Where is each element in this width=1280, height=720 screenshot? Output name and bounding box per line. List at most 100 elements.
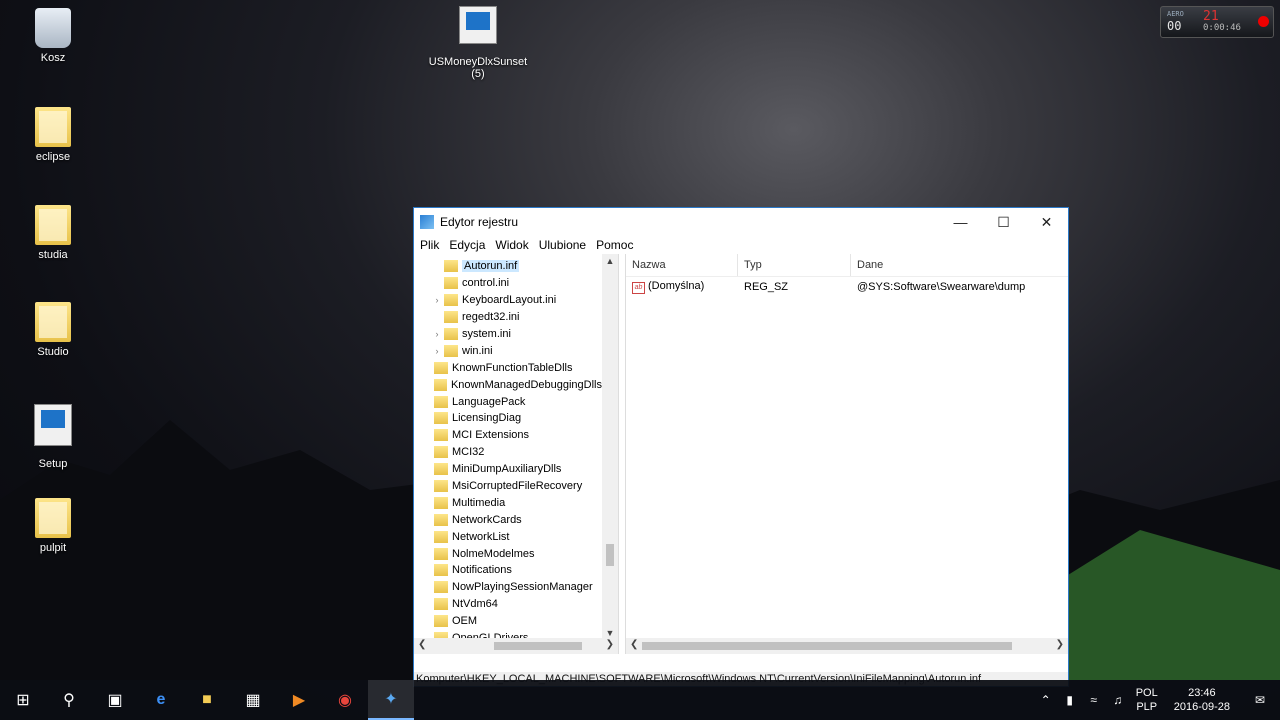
- tree-item[interactable]: LanguagePack: [414, 393, 602, 410]
- desktop-icon-recycle-bin[interactable]: Kosz: [13, 8, 93, 64]
- tree-item[interactable]: NetworkCards: [414, 511, 602, 528]
- scroll-thumb[interactable]: [606, 544, 614, 566]
- registry-tree[interactable]: Autorun.inf control.ini › KeyboardLayout.in…: [414, 254, 619, 654]
- tree-item-label: Multimedia: [452, 496, 506, 509]
- taskbar-clock[interactable]: 23:46 2016-09-28: [1174, 686, 1230, 714]
- column-data[interactable]: Dane: [851, 254, 1065, 276]
- value-row[interactable]: ab (Domyślna) REG_SZ @SYS:Software\Swearw…: [626, 277, 1068, 297]
- tree-item-label: MCI32: [452, 446, 485, 459]
- tree-list: Autorun.inf control.ini › KeyboardLayout.in…: [414, 258, 602, 654]
- window-title: Edytor rejestru: [440, 215, 519, 229]
- scroll-thumb[interactable]: [642, 642, 1012, 650]
- values-horizontal-scrollbar[interactable]: ❮ ❯: [626, 638, 1068, 654]
- tree-item-label: MCI Extensions: [452, 429, 530, 442]
- tree-horizontal-scrollbar[interactable]: ❮ ❯: [414, 638, 618, 654]
- scroll-left-icon[interactable]: ❮: [418, 639, 426, 650]
- minimize-button[interactable]: —: [939, 208, 982, 236]
- tree-item[interactable]: regedt32.ini: [414, 309, 602, 326]
- folder-icon: [434, 513, 448, 526]
- tree-item[interactable]: MCI32: [414, 444, 602, 461]
- desktop-icon-studio[interactable]: Studio: [13, 302, 93, 358]
- tree-item[interactable]: MsiCorruptedFileRecovery: [414, 478, 602, 495]
- notification-icon[interactable]: ✉: [1240, 693, 1280, 707]
- column-type[interactable]: Typ: [738, 254, 851, 276]
- search-icon[interactable]: ⚲: [46, 680, 92, 720]
- tree-item[interactable]: NtVdm64: [414, 596, 602, 613]
- desktop-icon-setup[interactable]: Setup: [13, 404, 93, 470]
- tree-item[interactable]: › win.ini: [414, 342, 602, 359]
- battery-icon[interactable]: ▮: [1058, 693, 1082, 707]
- scroll-down-icon[interactable]: ▼: [602, 628, 618, 638]
- store-icon[interactable]: ▦: [230, 680, 276, 720]
- tree-item[interactable]: Multimedia: [414, 494, 602, 511]
- clock-date: 2016-09-28: [1173, 701, 1230, 713]
- tree-item[interactable]: KnownFunctionTableDlls: [414, 359, 602, 376]
- menu-pomoc[interactable]: Pomoc: [596, 238, 633, 252]
- expand-arrow-icon[interactable]: ›: [432, 346, 442, 356]
- tree-item[interactable]: NowPlayingSessionManager: [414, 579, 602, 596]
- close-button[interactable]: ✕: [1025, 208, 1068, 236]
- menu-widok[interactable]: Widok: [495, 238, 528, 252]
- file-explorer-icon[interactable]: ■: [184, 680, 230, 720]
- task-view-icon[interactable]: ▣: [92, 680, 138, 720]
- tree-item[interactable]: MCI Extensions: [414, 427, 602, 444]
- widget-counter: 00: [1167, 19, 1182, 33]
- expand-arrow-icon[interactable]: ›: [432, 295, 442, 305]
- values-pane[interactable]: Nazwa Typ Dane ab (Domyślna) REG_SZ @SYS:…: [625, 254, 1068, 654]
- folder-icon: [434, 480, 448, 493]
- menu-plik[interactable]: Plik: [420, 238, 439, 252]
- edge-icon[interactable]: e: [138, 680, 184, 720]
- folder-icon: [35, 205, 71, 245]
- language-layout: PLP: [1136, 701, 1158, 713]
- tree-item[interactable]: NetworkList: [414, 528, 602, 545]
- scroll-right-icon[interactable]: ❯: [1056, 639, 1064, 650]
- registry-editor-window: Edytor rejestru — ☐ ✕ Plik Edycja Widok …: [413, 207, 1069, 687]
- maximize-button[interactable]: ☐: [982, 208, 1025, 236]
- tree-item[interactable]: LicensingDiag: [414, 410, 602, 427]
- start-button[interactable]: ⊞: [0, 680, 46, 720]
- volume-icon[interactable]: ♫: [1106, 693, 1130, 707]
- tree-item-label: control.ini: [462, 277, 510, 290]
- expand-arrow-icon[interactable]: ›: [432, 329, 442, 339]
- scroll-right-icon[interactable]: ❯: [606, 639, 614, 650]
- scroll-thumb[interactable]: [494, 642, 582, 650]
- desktop-icon-eclipse[interactable]: eclipse: [13, 107, 93, 163]
- chevron-up-icon[interactable]: ⌃: [1034, 693, 1058, 707]
- desktop-icon-usmoney[interactable]: USMoneyDlxSunset (5): [428, 6, 528, 80]
- title-bar[interactable]: Edytor rejestru — ☐ ✕: [414, 208, 1068, 236]
- regedit-taskbar-icon[interactable]: ✦: [368, 680, 414, 720]
- tree-item-label: KnownFunctionTableDlls: [452, 361, 573, 374]
- desktop-icon-pulpit[interactable]: pulpit: [13, 498, 93, 554]
- record-icon[interactable]: [1258, 16, 1269, 27]
- media-player-icon[interactable]: ▶: [276, 680, 322, 720]
- menu-edycja[interactable]: Edycja: [449, 238, 485, 252]
- menu-bar: Plik Edycja Widok Ulubione Pomoc: [414, 236, 1068, 254]
- folder-icon: [444, 294, 458, 307]
- desktop-icon-studia[interactable]: studia: [13, 205, 93, 261]
- tree-item-label: NetworkCards: [452, 513, 522, 526]
- tree-item[interactable]: control.ini: [414, 275, 602, 292]
- chrome-icon[interactable]: ◉: [322, 680, 368, 720]
- language-indicator[interactable]: POL PLP: [1136, 686, 1158, 714]
- tree-item-label: KeyboardLayout.ini: [462, 294, 557, 307]
- tree-item-label: KnownManagedDebuggingDlls: [450, 378, 602, 391]
- tree-item[interactable]: › KeyboardLayout.ini: [414, 292, 602, 309]
- tree-item[interactable]: MiniDumpAuxiliaryDlls: [414, 461, 602, 478]
- tree-item[interactable]: Autorun.inf: [414, 258, 602, 275]
- desktop-icon-label: eclipse: [35, 151, 71, 163]
- column-name[interactable]: Nazwa: [626, 254, 738, 276]
- tree-item[interactable]: Notifications: [414, 562, 602, 579]
- menu-ulubione[interactable]: Ulubione: [539, 238, 586, 252]
- tree-item[interactable]: NolmeModelmes: [414, 545, 602, 562]
- folder-icon: [444, 311, 458, 324]
- folder-icon: [444, 344, 458, 357]
- tree-item-label: system.ini: [462, 328, 511, 340]
- tree-item[interactable]: OEM: [414, 613, 602, 630]
- tree-item[interactable]: › system.ini: [414, 326, 602, 343]
- folder-icon: [434, 496, 448, 509]
- tree-item[interactable]: KnownManagedDebuggingDlls: [414, 376, 602, 393]
- scroll-left-icon[interactable]: ❮: [630, 639, 638, 650]
- scroll-up-icon[interactable]: ▲: [602, 256, 618, 266]
- wifi-icon[interactable]: ≈: [1082, 693, 1106, 707]
- tree-vertical-scrollbar[interactable]: ▲ ▼: [602, 254, 618, 654]
